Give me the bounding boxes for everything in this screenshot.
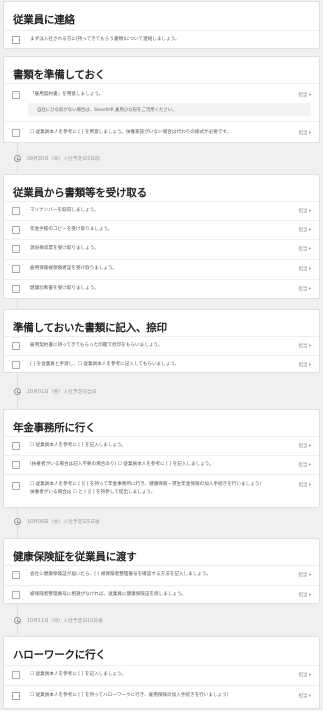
milestone: 09月30日（木）入社予定日3日前 [8, 154, 318, 166]
task-text: 年金手帳のコピーを受け取りましょう。 [30, 227, 113, 232]
task-text: 「雇用契約書」を用意しましょう。 [30, 92, 104, 97]
task-text: 被保険者整理番号に相違がなければ、従業員に健康保険証を渡しましょう。 [30, 592, 186, 597]
task-checkbox[interactable] [12, 226, 20, 234]
assignee-dropdown[interactable]: 担当 ▾ [299, 482, 311, 488]
task-checkbox[interactable] [12, 342, 20, 350]
task-checkbox[interactable] [12, 671, 20, 679]
section-title: 健康保険証を従業員に渡す [13, 551, 137, 563]
milestone-date: 09月30日（木）入社予定日3日前 [27, 157, 100, 162]
task-row[interactable]: 健康診断書を受け取りましょう。 担当 ▾ [4, 279, 319, 299]
task-row[interactable]: ☐ 従業員本人を参考に [ ] を持ってハローワークに行き、雇用保険の加入手続き… [4, 685, 319, 707]
task-row[interactable]: 雇用保険被保険者証を受け取りましょう。 担当 ▾ [4, 259, 319, 279]
timeline-line [17, 299, 18, 309]
task-extra-text: 扶養者がいる場合は ☐ と [ ][ ] を持参して提出しましょう。 [30, 490, 156, 495]
clock-icon [14, 518, 21, 525]
task-checkbox[interactable] [12, 265, 20, 273]
section-title: 書類を準備しておく [13, 69, 106, 81]
section-card: 従業員に連絡 まずは入社される方に[持ってきてもらう書類]について連絡しましょう… [3, 1, 320, 49]
section-card: 書類を準備しておく 「雇用契約書」を用意しましょう。 担当 ▾ 自社にひな形がな… [3, 56, 320, 143]
section-title: 年金事務所に行く [13, 422, 96, 434]
task-row[interactable]: ☐ 従業員本人を参考に [ ][ ] を持って年金事務所に行き、健康保険・厚生年… [4, 474, 319, 508]
task-checkbox[interactable] [12, 285, 20, 293]
task-text: 雇用契約書に持ってきてもらった印鑑で捺印をもらいましょう。 [30, 343, 163, 348]
section-card: 健康保険証を従業員に渡す 会社に健康保険証が届いたら、[ ] 被保険者整理番号を… [3, 538, 320, 604]
assignee-dropdown[interactable]: 担当 ▾ [299, 572, 311, 578]
task-text: [ ] を従業員と手渡し、☐ 従業員本人を参考に記入してもらいましょう。 [30, 362, 180, 367]
task-row[interactable]: 雇用契約書に持ってきてもらった印鑑で捺印をもらいましょう。 担当 ▾ [4, 336, 319, 355]
task-text: ☐ 従業員本人を参考に [ ] を記入しましょう。 [30, 672, 126, 677]
task-text: まずは入社される方に[持ってきてもらう書類]について連絡しましょう。 [30, 37, 180, 42]
section-card: 年金事務所に行く ☐ 従業員本人を参考に [ ] を記入しましょう。 担当 ▾ … [3, 409, 320, 508]
assignee-dropdown[interactable]: 担当 ▾ [299, 443, 311, 449]
task-checkbox[interactable] [12, 207, 20, 215]
task-text: マイナンバーを取得しましょう。 [30, 208, 99, 213]
task-row[interactable]: 被保険者整理番号に相違がなければ、従業員に健康保険証を渡しましょう。 担当 ▾ [4, 585, 319, 604]
task-text: 雇用保険被保険者証を受け取りましょう。 [30, 266, 118, 271]
assignee-dropdown[interactable]: 担当 ▾ [299, 130, 311, 136]
task-text: (扶養者がいる場合は記入不要の場合あり) ☐ 従業員本人を参考に [ ] を記入… [30, 462, 214, 467]
assignee-dropdown[interactable]: 担当 ▾ [299, 266, 311, 272]
milestone-date: 10月11日（月）入社予定日10日後 [27, 619, 103, 624]
assignee-dropdown[interactable]: 担当 ▾ [299, 286, 311, 292]
task-row[interactable]: マイナンバーを取得しましょう。 担当 ▾ [4, 201, 319, 220]
task-checkbox[interactable] [12, 442, 20, 450]
assignee-dropdown[interactable]: 担当 ▾ [299, 227, 311, 233]
assignee-dropdown[interactable]: 担当 ▾ [299, 246, 311, 252]
clock-icon [14, 617, 21, 624]
assignee-dropdown[interactable]: 担当 ▾ [299, 362, 311, 368]
section-title: 準備しておいた書類に記入、捺印 [13, 322, 167, 334]
task-row[interactable]: ☐ 従業員本人を参考に [ ] を記入しましょう。 担当 ▾ [4, 436, 319, 455]
assignee-dropdown[interactable]: 担当 ▾ [299, 208, 311, 214]
note-text: 自社にひな形がない場合は、SmartHR 雇用ひな形をご活用ください。 [37, 108, 177, 113]
assignee-dropdown[interactable]: 担当 ▾ [299, 592, 311, 598]
task-row[interactable]: [ ] を従業員と手渡し、☐ 従業員本人を参考に記入してもらいましょう。 担当 … [4, 355, 319, 373]
task-checkbox[interactable] [12, 482, 20, 490]
section-card: 準備しておいた書類に記入、捺印 雇用契約書に持ってきてもらった印鑑で捺印をもらい… [3, 309, 320, 373]
task-row[interactable]: (扶養者がいる場合は記入不要の場合あり) ☐ 従業員本人を参考に [ ] を記入… [4, 455, 319, 474]
task-checkbox[interactable] [12, 591, 20, 599]
milestone: 10月06日（水）入社予定日5日後 [8, 517, 318, 529]
assignee-dropdown[interactable]: 担当 ▾ [299, 672, 311, 678]
task-text: 健康診断書を受け取りましょう。 [30, 286, 99, 291]
task-text: ☐ 従業員本人を参考に [ ] を記入しましょう。 [30, 443, 126, 448]
assignee-dropdown[interactable]: 担当 ▾ [299, 343, 311, 349]
assignee-dropdown[interactable]: 担当 ▾ [299, 693, 311, 699]
task-checkbox[interactable] [12, 36, 20, 44]
task-note: 自社にひな形がない場合は、SmartHR 雇用ひな形をご活用ください。 [28, 103, 311, 116]
clock-icon [14, 388, 21, 395]
task-checkbox[interactable] [12, 245, 20, 253]
section-card: ハローワークに行く ☐ 従業員本人を参考に [ ] を記入しましょう。 担当 ▾… [3, 636, 320, 709]
milestone-date: 10月01日（金）入社予定日当日 [27, 390, 97, 395]
clock-icon [14, 155, 21, 162]
task-row[interactable]: まずは入社される方に[持ってきてもらう書類]について連絡しましょう。 [4, 30, 319, 49]
section-title: ハローワークに行く [13, 649, 106, 661]
milestone: 10月11日（月）入社予定日10日後 [8, 616, 318, 628]
section-title: 従業員に連絡 [13, 14, 75, 26]
milestone: 10月01日（金）入社予定日当日 [8, 387, 318, 399]
task-checkbox[interactable] [12, 129, 20, 137]
task-row[interactable]: 源泉徴収票を受け取りましょう。 担当 ▾ [4, 239, 319, 259]
assignee-dropdown[interactable]: 担当 ▾ [299, 462, 311, 468]
task-row[interactable]: 「雇用契約書」を用意しましょう。 担当 ▾ 自社にひな形がない場合は、Smart… [4, 83, 319, 121]
task-row[interactable]: ☐ 従業員本人を参考に [ ] を記入しましょう。 担当 ▾ [4, 665, 319, 685]
milestone-date: 10月06日（水）入社予定日5日後 [27, 520, 100, 525]
task-checkbox[interactable] [12, 361, 20, 369]
section-card: 従業員から書類等を受け取る マイナンバーを取得しましょう。 担当 ▾ 年金手帳の… [3, 174, 320, 299]
task-checkbox[interactable] [12, 692, 20, 700]
assignee-dropdown[interactable]: 担当 ▾ [299, 92, 311, 98]
task-text: ☐ 従業員本人を参考に [ ] を用意しましょう。扶養家族がいない場合は代わりの… [30, 130, 232, 135]
task-checkbox[interactable] [12, 91, 20, 99]
task-checkbox[interactable] [12, 461, 20, 469]
task-text: ☐ 従業員本人を参考に [ ] を持ってハローワークに行き、雇用保険の加入手続き… [30, 693, 232, 698]
task-row[interactable]: 年金手帳のコピーを受け取りましょう。 担当 ▾ [4, 220, 319, 239]
task-checkbox[interactable] [12, 571, 20, 579]
task-text: ☐ 従業員本人を参考に [ ][ ] を持って年金事務所に行き、健康保険・厚生年… [30, 482, 264, 487]
task-text: 源泉徴収票を受け取りましょう。 [30, 246, 99, 251]
task-text: 会社に健康保険証が届いたら、[ ] 被保険者整理番号を確認する方法を記入しましょ… [30, 572, 211, 577]
task-row[interactable]: ☐ 従業員本人を参考に [ ] を用意しましょう。扶養家族がいない場合は代わりの… [4, 121, 319, 143]
task-row[interactable]: 会社に健康保険証が届いたら、[ ] 被保険者整理番号を確認する方法を記入しましょ… [4, 565, 319, 585]
section-title: 従業員から書類等を受け取る [13, 187, 147, 199]
